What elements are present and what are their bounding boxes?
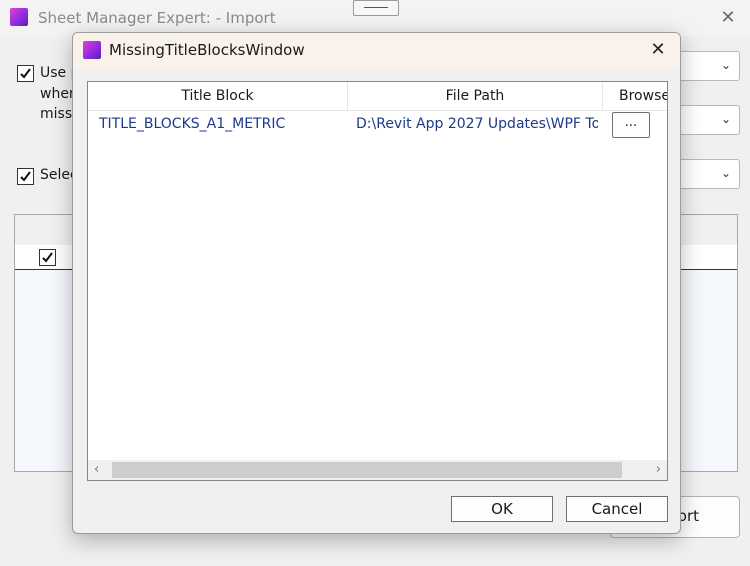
browse-button[interactable]: ... — [612, 112, 650, 138]
chevron-down-icon: ⌄ — [720, 112, 731, 126]
table-header: Title Block File Path Browse — [88, 82, 667, 111]
column-header-browse[interactable]: Browse — [603, 82, 667, 110]
use-checkbox[interactable] — [17, 65, 34, 82]
dialog-title: MissingTitleBlocksWindow — [109, 41, 305, 59]
horizontal-scrollbar[interactable]: ‹ › — [88, 460, 667, 480]
close-icon[interactable]: ✕ — [646, 38, 670, 62]
file-path-cell[interactable]: D:\Revit App 2027 Updates\WPF To — [356, 116, 598, 132]
scroll-left-icon[interactable]: ‹ — [94, 462, 99, 477]
column-header-file-path[interactable]: File Path — [348, 82, 603, 110]
select-checkbox[interactable] — [17, 168, 34, 185]
scroll-right-icon[interactable]: › — [656, 462, 661, 477]
chevron-down-icon: ⌄ — [720, 58, 731, 72]
row-checkbox[interactable] — [39, 249, 56, 266]
background-window-title: Sheet Manager Expert: - Import — [38, 9, 276, 27]
ok-button[interactable]: OK — [451, 496, 553, 522]
cancel-button[interactable]: Cancel — [566, 496, 668, 522]
close-icon[interactable]: ✕ — [716, 6, 740, 30]
app-icon — [10, 8, 28, 26]
scrollbar-thumb[interactable] — [112, 462, 622, 478]
dialog-titlebar[interactable]: MissingTitleBlocksWindow ✕ — [73, 33, 680, 69]
table-row[interactable]: TITLE_BLOCKS_A1_METRIC D:\Revit App 2027… — [88, 110, 667, 140]
checkmark-icon — [42, 252, 53, 263]
title-block-cell[interactable]: TITLE_BLOCKS_A1_METRIC — [99, 116, 345, 132]
checkmark-icon — [20, 171, 31, 182]
missing-title-blocks-dialog: MissingTitleBlocksWindow ✕ Title Block F… — [72, 32, 681, 534]
column-header-title-block[interactable]: Title Block — [88, 82, 348, 110]
chevron-down-icon: ⌄ — [720, 166, 731, 180]
app-icon — [83, 41, 101, 59]
title-blocks-table[interactable]: Title Block File Path Browse TITLE_BLOCK… — [87, 81, 668, 481]
resize-grip-icon[interactable] — [353, 0, 399, 16]
option-text-line3: missi — [40, 106, 77, 122]
option-text-line2: wher — [40, 86, 75, 102]
checkmark-icon — [20, 68, 31, 79]
